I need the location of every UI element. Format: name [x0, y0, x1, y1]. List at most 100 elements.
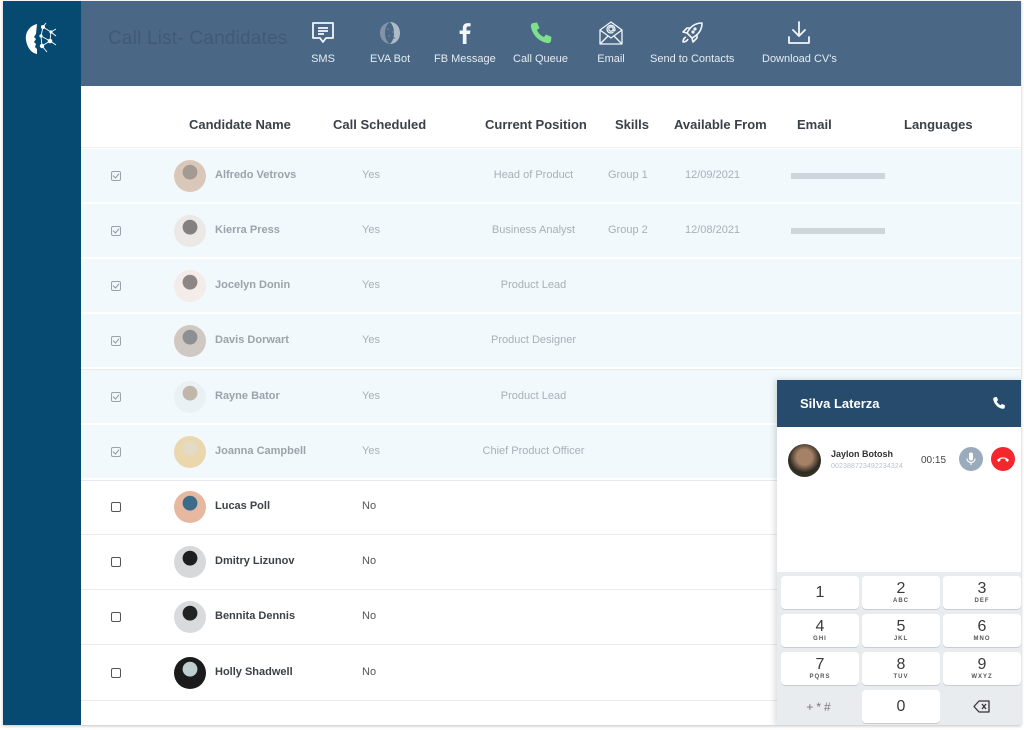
- key-letters: DEF: [974, 598, 990, 604]
- toolbar-label: Send to Contacts: [650, 53, 735, 65]
- avatar: [174, 381, 206, 413]
- key-letters: MNO: [973, 636, 991, 642]
- toolbar-sms-button[interactable]: SMS: [307, 17, 339, 65]
- candidate-name[interactable]: Holly Shadwell: [215, 666, 293, 678]
- backspace-key[interactable]: [943, 690, 1021, 723]
- candidate-name[interactable]: Bennita Dennis: [215, 610, 295, 622]
- current-position: Chief Product Officer: [482, 445, 585, 457]
- candidate-name[interactable]: Joanna Campbell: [215, 445, 306, 457]
- available-from: 12/08/2021: [685, 224, 741, 236]
- call-scheduled: Yes: [362, 445, 380, 457]
- toolbar-send-to-contacts-button[interactable]: Send to Contacts: [650, 17, 734, 65]
- phone-icon[interactable]: [991, 395, 1007, 411]
- app-window: Call List- Candidates SMS EVA Bot FB Mes…: [3, 1, 1021, 725]
- call-scheduled: Yes: [362, 224, 380, 236]
- dialer-title: Silva Laterza: [800, 396, 880, 411]
- dial-key-9[interactable]: 9 WXYZ: [943, 652, 1021, 685]
- row-checkbox[interactable]: [111, 226, 121, 236]
- row-checkbox[interactable]: [111, 336, 121, 346]
- toolbar-label: FB Message: [434, 53, 496, 65]
- dial-key-3[interactable]: 3 DEF: [943, 576, 1021, 609]
- table-header: Candidate Name Call Scheduled Current Po…: [81, 86, 1021, 148]
- row-checkbox[interactable]: [111, 392, 121, 402]
- mute-button[interactable]: [959, 447, 983, 471]
- skills: Group 1: [608, 169, 648, 181]
- dial-key-8[interactable]: 8 TUV: [862, 652, 940, 685]
- toolbar-download-cvs-button[interactable]: Download CV's: [762, 17, 837, 65]
- dial-key-4[interactable]: 4 GHI: [781, 614, 859, 647]
- row-checkbox[interactable]: [111, 668, 121, 678]
- table-row[interactable]: Kierra Press Yes Business Analyst Group 2 12…: [81, 204, 1021, 259]
- column-header-skills[interactable]: Skills: [615, 117, 649, 132]
- row-checkbox[interactable]: [111, 171, 121, 181]
- call-scheduled: Yes: [362, 334, 380, 346]
- dialer-header: Silva Laterza: [777, 380, 1021, 427]
- avatar: [174, 657, 206, 689]
- phone-icon: [525, 17, 557, 49]
- candidate-name[interactable]: Dmitry Lizunov: [215, 555, 294, 567]
- symbols-key[interactable]: +*#: [781, 690, 859, 723]
- toolbar-label: EVA Bot: [370, 53, 411, 65]
- column-header-candidate-name[interactable]: Candidate Name: [189, 117, 291, 132]
- dial-key-6[interactable]: 6 MNO: [943, 614, 1021, 647]
- candidate-name[interactable]: Rayne Bator: [215, 390, 280, 402]
- avatar: [174, 160, 206, 192]
- key-digit: 4: [815, 618, 825, 635]
- row-checkbox[interactable]: [111, 447, 121, 457]
- rocket-icon: [676, 17, 708, 49]
- table-row[interactable]: Davis Dorwart Yes Product Designer: [81, 314, 1021, 369]
- candidate-name[interactable]: Jocelyn Donin: [215, 279, 290, 291]
- key-letters: PQRS: [809, 674, 831, 680]
- key-digit: 1: [815, 584, 825, 601]
- row-checkbox[interactable]: [111, 502, 121, 512]
- column-header-languages[interactable]: Languages: [904, 117, 973, 132]
- page-title: Call List- Candidates: [108, 28, 288, 49]
- avatar: [174, 546, 206, 578]
- key-digit: 6: [977, 618, 987, 635]
- row-checkbox[interactable]: [111, 281, 121, 291]
- key-letters: WXYZ: [971, 674, 993, 680]
- available-from: 12/09/2021: [685, 169, 741, 181]
- row-checkbox[interactable]: [111, 612, 121, 622]
- dial-key-0[interactable]: 0: [862, 690, 940, 723]
- candidate-name[interactable]: Lucas Poll: [215, 500, 270, 512]
- candidate-name[interactable]: Kierra Press: [215, 224, 280, 236]
- column-header-current-position[interactable]: Current Position: [485, 117, 587, 132]
- dial-key-1[interactable]: 1: [781, 576, 859, 609]
- eva-bot-icon: [374, 17, 406, 49]
- table-row[interactable]: Alfredo Vetrovs Yes Head of Product Group 1…: [81, 149, 1021, 204]
- column-header-email[interactable]: Email: [797, 117, 832, 132]
- column-header-available-from[interactable]: Available From: [674, 117, 767, 132]
- dial-key-5[interactable]: 5 JKL: [862, 614, 940, 647]
- candidate-name[interactable]: Alfredo Vetrovs: [215, 169, 296, 181]
- column-header-call-scheduled[interactable]: Call Scheduled: [333, 117, 426, 132]
- caller-avatar: [788, 444, 821, 477]
- hang-up-icon: [997, 457, 1009, 462]
- hang-up-button[interactable]: [991, 447, 1015, 471]
- microphone-icon: [966, 452, 976, 465]
- candidate-name[interactable]: Davis Dorwart: [215, 334, 289, 346]
- sms-icon: [307, 17, 339, 49]
- table-row[interactable]: Jocelyn Donin Yes Product Lead: [81, 259, 1021, 314]
- toolbar-label: Email: [597, 53, 625, 65]
- email-redacted: [791, 173, 885, 179]
- current-position: Product Lead: [500, 279, 567, 291]
- caller-name: Jaylon Botosh: [831, 449, 894, 459]
- current-position: Product Lead: [500, 390, 567, 402]
- dial-key-2[interactable]: 2 ABC: [862, 576, 940, 609]
- toolbar-email-button[interactable]: Email: [595, 17, 627, 65]
- toolbar-fb-message-button[interactable]: FB Message: [434, 17, 496, 65]
- toolbar-eva-bot-button[interactable]: EVA Bot: [370, 17, 410, 65]
- logo-icon[interactable]: [21, 19, 61, 59]
- key-letters: GHI: [813, 636, 827, 642]
- backspace-icon: [973, 700, 990, 713]
- call-scheduled: Yes: [362, 390, 380, 402]
- toolbar-call-queue-button[interactable]: Call Queue: [513, 17, 568, 65]
- avatar: [174, 601, 206, 633]
- dial-keypad: 1 2 ABC 3 DEF 4 GHI 5 JKL 6 MNO 7 PQRS 8 TUV 9 WXYZ +*# 0: [777, 572, 1021, 725]
- key-digit: 9: [977, 656, 987, 673]
- toolbar-label: SMS: [311, 53, 335, 65]
- row-checkbox[interactable]: [111, 557, 121, 567]
- active-call: Jaylon Botosh 002388723492234324 00:15: [777, 427, 1021, 572]
- dial-key-7[interactable]: 7 PQRS: [781, 652, 859, 685]
